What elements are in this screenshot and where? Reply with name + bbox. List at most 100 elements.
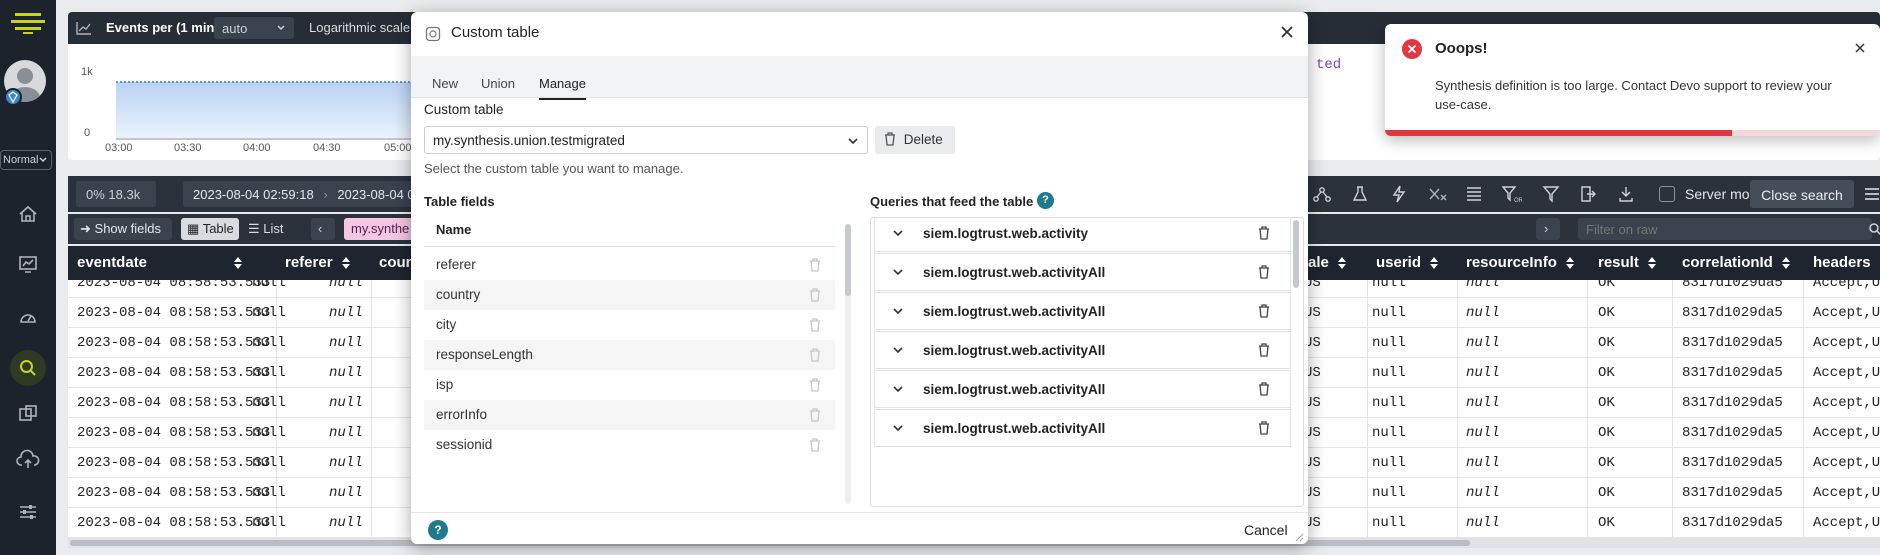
field-row[interactable]: isp (424, 370, 835, 400)
query-name: siem.logtrust.web.activity (923, 226, 1089, 241)
network-icon[interactable] (1313, 185, 1331, 203)
column-userid[interactable]: userid (1376, 254, 1439, 271)
function-icon[interactable] (1427, 185, 1447, 203)
column-referer[interactable]: referer (285, 254, 351, 271)
cell-result: OK (1598, 365, 1615, 381)
cell-result: OK (1598, 455, 1615, 471)
field-name: responseLength (436, 347, 533, 362)
export-icon[interactable] (1579, 185, 1597, 203)
query-row[interactable]: siem.logtrust.web.activityAll (874, 370, 1291, 408)
custom-table-select[interactable]: my.synthesis.union.testmigrated (424, 126, 868, 154)
cloud-upload-icon[interactable] (10, 442, 46, 478)
trash-icon[interactable] (1258, 226, 1270, 240)
chevron-down-icon (847, 136, 859, 146)
x-tick-0330: 03:30 (174, 142, 202, 154)
prev-table-button[interactable]: ‹ (311, 218, 335, 240)
column-resourceinfo[interactable]: resourceInfo (1466, 254, 1575, 271)
tab-manage[interactable]: Manage (539, 76, 586, 100)
cell-country: null (329, 395, 363, 411)
trash-icon[interactable] (1258, 382, 1270, 396)
date-range-picker[interactable]: 2023-08-04 02:59:18 › 2023-08-04 0 (183, 181, 413, 207)
flask-icon[interactable] (1351, 185, 1369, 203)
column-headers[interactable]: headers (1813, 254, 1871, 271)
field-row[interactable]: country (424, 280, 835, 310)
field-row[interactable]: referer (424, 250, 835, 280)
speedometer-icon[interactable] (10, 300, 46, 336)
close-icon[interactable] (1279, 24, 1295, 40)
group-by-icon[interactable] (1465, 185, 1483, 203)
query-row[interactable]: siem.logtrust.web.activityAll (874, 292, 1291, 330)
trash-icon[interactable] (809, 348, 821, 362)
search-icon[interactable] (10, 350, 46, 386)
menu-icon[interactable] (1864, 186, 1880, 202)
resize-handle-icon[interactable] (1294, 532, 1304, 542)
field-row[interactable]: sessionid (424, 430, 835, 460)
cancel-button[interactable]: Cancel (1244, 522, 1288, 538)
filter-icon[interactable] (1542, 185, 1560, 203)
column-locale[interactable]: ale (1308, 254, 1347, 271)
chevron-down-icon[interactable] (892, 306, 904, 316)
chevron-down-icon[interactable] (892, 423, 904, 433)
trash-icon[interactable] (809, 378, 821, 392)
trash-icon[interactable] (809, 288, 821, 302)
cell-resource: null (1466, 425, 1500, 441)
interval-select[interactable]: auto (214, 17, 294, 39)
trash-icon[interactable] (1258, 265, 1270, 279)
query-row[interactable]: siem.logtrust.web.activityAll (874, 331, 1291, 369)
help-icon[interactable]: ? (428, 520, 448, 540)
home-icon[interactable] (10, 196, 46, 232)
chevron-down-icon[interactable] (892, 267, 904, 277)
trash-icon[interactable] (809, 408, 821, 422)
lightning-icon[interactable] (1390, 185, 1408, 203)
trash-icon[interactable] (809, 438, 821, 452)
tab-union[interactable]: Union (481, 76, 515, 91)
download-icon[interactable] (1617, 185, 1635, 203)
devo-logo-icon[interactable] (9, 10, 47, 36)
sliders-icon[interactable] (10, 494, 46, 530)
chevron-down-icon[interactable] (892, 345, 904, 355)
list-view-button[interactable]: ☰ List (242, 218, 290, 240)
help-icon[interactable]: ? (1037, 192, 1054, 209)
query-row[interactable]: siem.logtrust.web.activityAll (874, 253, 1291, 291)
queries-scrollbar-thumb[interactable] (1293, 220, 1299, 288)
trash-icon[interactable] (1258, 343, 1270, 357)
sidebar: Normal (0, 0, 56, 555)
trash-icon[interactable] (1258, 421, 1270, 435)
fields-scrollbar-thumb[interactable] (845, 224, 851, 296)
filter-or-icon[interactable]: OR (1502, 185, 1522, 203)
close-icon[interactable] (1854, 42, 1866, 54)
column-eventdate[interactable]: eventdate (77, 254, 243, 271)
close-search-button[interactable]: Close search (1750, 180, 1854, 208)
field-row[interactable]: city (424, 310, 835, 340)
x-tick-0300: 03:00 (105, 142, 133, 154)
query-row[interactable]: siem.logtrust.web.activity (874, 218, 1291, 252)
filter-raw-input[interactable] (1578, 218, 1872, 240)
table-chip[interactable]: my.synthe (344, 218, 416, 240)
log-scale-toggle[interactable]: Logarithmic scale (309, 20, 410, 35)
cell-headers: Accept,Us (1813, 425, 1880, 441)
cell-corr: 8317d1029da5 (1682, 515, 1783, 531)
show-fields-button[interactable]: ➜ Show fields (74, 218, 172, 240)
table-view-button[interactable]: ▦ Table (181, 218, 239, 240)
chevron-down-icon[interactable] (892, 384, 904, 394)
chevron-down-icon[interactable] (892, 228, 904, 238)
tab-new[interactable]: New (432, 76, 458, 91)
column-correlationid[interactable]: correlationId (1682, 254, 1791, 271)
applications-icon[interactable] (10, 396, 46, 432)
query-row[interactable]: siem.logtrust.web.activityAll (874, 409, 1291, 447)
cell-userid: null (1372, 515, 1406, 531)
view-mode-select[interactable]: Normal (0, 150, 52, 170)
trash-icon[interactable] (809, 318, 821, 332)
trash-icon[interactable] (1258, 304, 1270, 318)
column-result[interactable]: result (1598, 254, 1657, 271)
next-table-button[interactable]: › (1536, 218, 1560, 240)
column-country[interactable]: coun (379, 254, 415, 271)
trash-icon[interactable] (809, 258, 821, 272)
server-mode-checkbox[interactable] (1659, 186, 1675, 202)
cell-referer: null (252, 335, 286, 351)
field-row[interactable]: errorInfo (424, 400, 835, 430)
delete-button[interactable]: Delete (875, 126, 955, 154)
dashboard-icon[interactable] (10, 246, 46, 282)
field-row[interactable]: responseLength (424, 340, 835, 370)
cell-country: null (329, 515, 363, 531)
